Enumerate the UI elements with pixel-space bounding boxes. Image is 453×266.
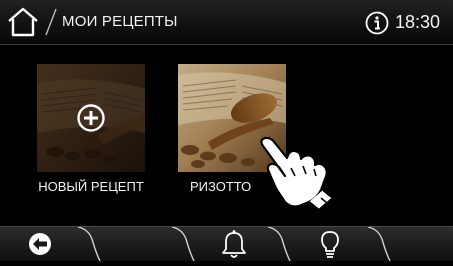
info-icon xyxy=(365,11,389,35)
plus-icon xyxy=(77,104,105,132)
top-bar: МОИ РЕЦЕПТЫ 18:30 xyxy=(0,0,453,45)
new-recipe-label: НОВЫЙ РЕЦЕПТ xyxy=(38,179,144,194)
lightbulb-icon xyxy=(321,231,339,258)
info-button[interactable] xyxy=(365,11,389,35)
bell-icon xyxy=(222,230,246,258)
back-button[interactable] xyxy=(22,227,62,261)
clock: 18:30 xyxy=(395,12,441,32)
back-icon xyxy=(29,233,51,255)
light-button[interactable] xyxy=(308,227,352,261)
pointing-hand-icon xyxy=(260,136,335,212)
page-title: МОИ РЕЦЕПТЫ xyxy=(62,13,178,30)
title-separator xyxy=(45,8,57,36)
home-icon xyxy=(8,7,38,37)
bottom-bar xyxy=(0,226,453,261)
new-recipe-tile[interactable] xyxy=(37,64,145,172)
timer-bell-button[interactable] xyxy=(212,227,256,261)
home-button[interactable] xyxy=(6,6,40,38)
